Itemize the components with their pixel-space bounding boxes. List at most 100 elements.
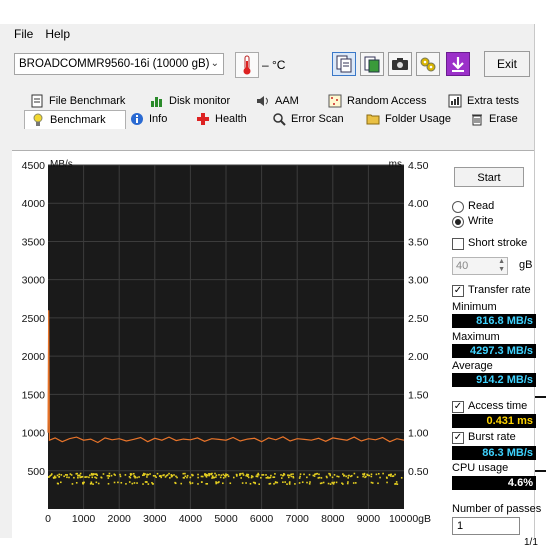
tab-erase[interactable]: Erase xyxy=(470,110,518,128)
access-time-point xyxy=(128,481,131,483)
access-time-point xyxy=(84,476,87,478)
access-time-point xyxy=(298,482,301,484)
access-time-point xyxy=(390,475,392,477)
tab-info[interactable]: Info xyxy=(130,110,167,128)
spinner-arrows-icon: ▲ ▼ xyxy=(498,258,505,273)
access-time-point xyxy=(368,474,371,477)
access-time-point xyxy=(287,476,290,479)
access-time-point xyxy=(343,475,345,477)
tab-health[interactable]: Health xyxy=(196,110,247,128)
copy-screenshot-button[interactable] xyxy=(360,52,384,76)
benchmark-panel: 4500 4000 3500 3000 2500 2000 1500 1000 500 4.50 4… xyxy=(12,150,541,548)
access-time-point xyxy=(265,474,267,476)
tab-file-benchmark[interactable]: File Benchmark xyxy=(30,92,125,110)
access-time-point xyxy=(66,476,68,479)
access-time-point xyxy=(184,475,187,478)
access-time-point xyxy=(260,476,262,479)
access-time-point xyxy=(213,476,216,479)
tab-extra-tests[interactable]: Extra tests xyxy=(448,92,519,110)
access-time-point xyxy=(129,473,132,476)
passes-progress: 1/1 xyxy=(524,537,538,548)
access-time-point xyxy=(66,474,69,476)
access-time-point xyxy=(102,473,105,475)
tab-label: Health xyxy=(215,113,247,125)
x-tick-label: 6000 xyxy=(250,513,274,525)
gears-icon xyxy=(420,57,436,72)
y-left-tick-label: 2500 xyxy=(22,313,46,325)
maximum-value: 4297.3 MB/s xyxy=(452,344,536,358)
access-time-point xyxy=(206,474,209,477)
y-left-tick-label: 3500 xyxy=(22,236,46,248)
save-button[interactable] xyxy=(446,52,470,76)
camera-button[interactable] xyxy=(388,52,412,76)
access-time-point xyxy=(56,474,59,477)
access-time-point xyxy=(354,482,357,484)
access-time-point xyxy=(370,473,373,476)
access-time-point xyxy=(180,482,183,485)
tab-random-access[interactable]: Random Access xyxy=(328,92,426,110)
y-right-tick-label: 4.50 xyxy=(408,160,429,172)
tab-error-scan[interactable]: Error Scan xyxy=(272,110,344,128)
transfer-rate-checkbox[interactable]: ✓ xyxy=(452,285,464,297)
access-time-point xyxy=(125,483,127,485)
tab-disk-monitor[interactable]: Disk monitor xyxy=(150,92,230,110)
read-radio[interactable] xyxy=(452,201,464,213)
access-time-point xyxy=(133,482,136,484)
menu-help[interactable]: Help xyxy=(39,27,76,41)
access-time-point xyxy=(186,476,188,479)
access-time-point xyxy=(255,475,258,478)
access-time-point xyxy=(218,481,220,483)
access-time-point xyxy=(192,474,194,477)
download-arrow-icon xyxy=(452,57,464,72)
bar-chart-icon xyxy=(150,94,164,108)
tab-benchmark[interactable]: Benchmark xyxy=(24,110,126,129)
access-time-point xyxy=(347,481,349,483)
y-left-tick-label: 4500 xyxy=(22,160,46,172)
access-time-point xyxy=(333,474,336,476)
access-time-point xyxy=(211,475,214,477)
access-time-point xyxy=(246,473,248,476)
stroke-size-spinner[interactable]: 40 ▲ ▼ xyxy=(452,257,508,275)
tab-label: Benchmark xyxy=(50,114,106,126)
access-time-point xyxy=(299,475,301,478)
access-time-point xyxy=(218,474,220,476)
access-time-point xyxy=(388,474,390,476)
drive-select[interactable]: BROADCOMMR9560-16i (10000 gB) ⌄ xyxy=(14,53,224,75)
access-time-point xyxy=(210,473,213,476)
access-time-point xyxy=(350,475,352,478)
camera-icon xyxy=(392,58,408,70)
burst-rate-checkbox[interactable]: ✓ xyxy=(452,432,464,444)
start-button[interactable]: Start xyxy=(454,167,524,187)
access-time-point xyxy=(390,473,392,476)
passes-spinner[interactable]: 1 xyxy=(452,517,520,535)
access-time-point xyxy=(197,473,199,476)
access-time-point xyxy=(131,482,134,485)
info-icon xyxy=(130,112,144,126)
access-time-point xyxy=(224,476,227,478)
access-time-point xyxy=(75,482,78,484)
write-radio[interactable] xyxy=(452,216,464,228)
access-time-point xyxy=(362,473,364,475)
access-time-point xyxy=(280,474,282,476)
tab-label: AAM xyxy=(275,95,299,107)
tab-label: Random Access xyxy=(347,95,427,107)
access-time-point xyxy=(107,477,110,479)
options-button[interactable] xyxy=(416,52,440,76)
document-icon xyxy=(30,94,44,108)
access-time-point xyxy=(174,482,177,485)
access-time-point xyxy=(145,481,148,483)
tab-aam[interactable]: AAM xyxy=(256,92,299,110)
copy-info-button[interactable] xyxy=(332,52,356,76)
access-time-point xyxy=(149,473,151,475)
access-time-point xyxy=(215,481,217,483)
menu-file[interactable]: File xyxy=(0,27,39,41)
access-time-point xyxy=(377,473,380,475)
access-time-point xyxy=(222,482,224,485)
exit-button[interactable]: Exit xyxy=(484,51,530,77)
access-time-point xyxy=(100,476,103,479)
burst-rate-label: Burst rate xyxy=(468,431,516,443)
short-stroke-checkbox[interactable] xyxy=(452,238,464,250)
tab-folder-usage[interactable]: Folder Usage xyxy=(366,110,451,128)
access-time-point xyxy=(308,483,311,485)
access-time-checkbox[interactable]: ✓ xyxy=(452,401,464,413)
